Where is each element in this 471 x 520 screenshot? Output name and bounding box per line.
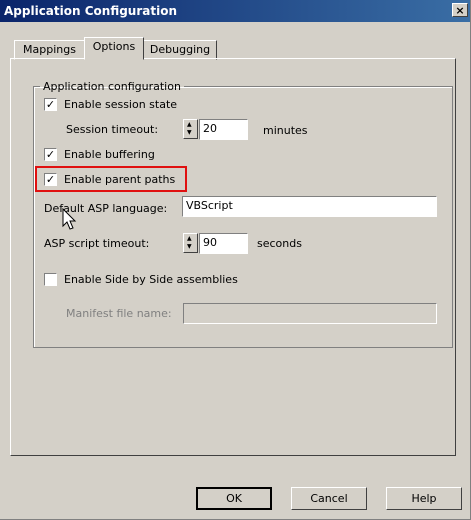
ok-button[interactable]: OK: [196, 487, 272, 510]
spin-up-icon[interactable]: ▲: [187, 122, 192, 128]
script-timeout-unit: seconds: [257, 237, 302, 250]
parent-paths-checkbox[interactable]: ✓: [44, 173, 57, 186]
buffering-label: Enable buffering: [64, 148, 155, 161]
session-state-checkbox[interactable]: ✓: [44, 98, 57, 111]
help-button[interactable]: Help: [386, 487, 462, 510]
session-timeout-input[interactable]: 20: [199, 119, 248, 140]
tab-debugging[interactable]: Debugging: [143, 40, 217, 60]
cancel-button[interactable]: Cancel: [291, 487, 367, 510]
tab-mappings[interactable]: Mappings: [14, 40, 85, 60]
title-bar: Application Configuration ×: [0, 0, 470, 22]
manifest-label: Manifest file name:: [66, 307, 172, 320]
application-configuration-dialog: Application Configuration × Mappings Opt…: [0, 0, 471, 520]
spin-down-icon[interactable]: ▼: [187, 130, 192, 136]
session-timeout-spinner[interactable]: ▲ ▼: [183, 119, 198, 139]
close-icon[interactable]: ×: [452, 3, 468, 17]
window-title: Application Configuration: [4, 4, 177, 18]
session-timeout-label: Session timeout:: [66, 123, 159, 136]
default-language-input[interactable]: VBScript: [182, 196, 437, 217]
session-timeout-unit: minutes: [263, 124, 308, 137]
manifest-input[interactable]: [183, 303, 437, 324]
group-legend: Application configuration: [43, 80, 181, 93]
side-by-side-checkbox[interactable]: [44, 273, 57, 286]
parent-paths-label: Enable parent paths: [64, 173, 176, 186]
script-timeout-spinner[interactable]: ▲ ▼: [183, 233, 198, 253]
side-by-side-label: Enable Side by Side assemblies: [64, 273, 238, 286]
script-timeout-input[interactable]: 90: [199, 233, 248, 254]
spin-up-icon[interactable]: ▲: [187, 236, 192, 242]
session-state-label: Enable session state: [64, 98, 178, 111]
spin-down-icon[interactable]: ▼: [187, 244, 192, 250]
mouse-pointer-icon: [62, 208, 77, 230]
script-timeout-label: ASP script timeout:: [44, 237, 150, 250]
buffering-checkbox[interactable]: ✓: [44, 148, 57, 161]
tab-options[interactable]: Options: [84, 37, 144, 60]
